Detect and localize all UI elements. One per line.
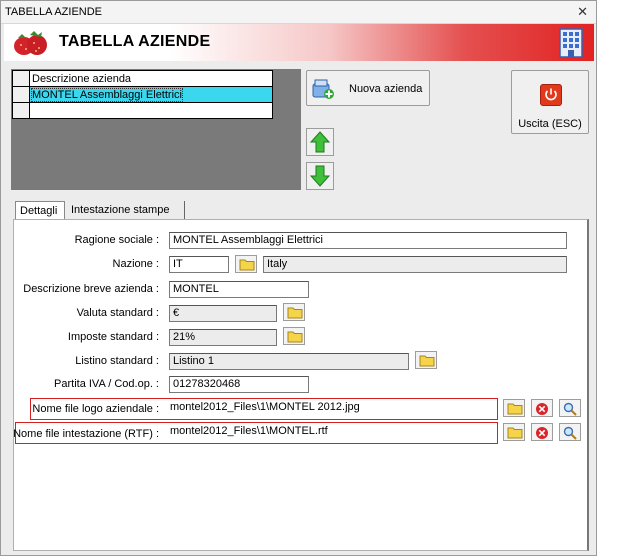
table-row[interactable]: MONTEL Assemblaggi Elettrici — [12, 86, 273, 103]
arrow-up-icon — [309, 131, 331, 153]
folder-icon — [239, 259, 255, 271]
building-icon — [559, 28, 583, 58]
banner-title: TABELLA AZIENDE — [59, 33, 211, 50]
tab-intestazione-stampe[interactable]: Intestazione stampe — [67, 201, 185, 220]
header-banner: TABELLA AZIENDE — [4, 24, 594, 61]
exit-button[interactable]: Uscita (ESC) — [511, 70, 589, 134]
title-bar: TABELLA AZIENDE ✕ — [1, 1, 596, 24]
listino-browse-button[interactable] — [415, 351, 437, 369]
folder-icon — [287, 331, 303, 343]
nazione-code-field[interactable]: IT — [169, 256, 229, 273]
folder-icon — [287, 307, 303, 319]
row-cell: MONTEL Assemblaggi Elettrici — [31, 87, 183, 102]
close-icon[interactable]: ✕ — [577, 4, 588, 20]
magnifier-icon — [563, 426, 577, 440]
imposte-browse-button[interactable] — [283, 327, 305, 345]
valuta-browse-button[interactable] — [283, 303, 305, 321]
table-row[interactable] — [12, 102, 273, 119]
delete-icon — [536, 403, 548, 415]
rtf-file-label: Nome file intestazione (RTF) : — [13, 428, 159, 440]
rtf-browse-button[interactable] — [503, 423, 525, 441]
logo-file-field[interactable]: montel2012_Files\1\MONTEL 2012.jpg — [167, 400, 495, 417]
nazione-browse-button[interactable] — [235, 255, 257, 273]
strawberry-icon — [14, 31, 47, 55]
rtf-view-button[interactable] — [559, 423, 581, 441]
folder-icon — [507, 403, 523, 415]
new-company-button[interactable]: Nuova azienda — [306, 70, 430, 106]
logo-file-label: Nome file logo aziendale : — [32, 403, 159, 415]
logo-clear-button[interactable] — [531, 399, 553, 417]
ragione-sociale-label: Ragione sociale : — [74, 234, 159, 246]
logo-view-button[interactable] — [559, 399, 581, 417]
companies-grid[interactable]: Descrizione azienda MONTEL Assemblaggi E… — [11, 69, 301, 190]
listino-label: Listino standard : — [75, 355, 159, 367]
move-down-button[interactable] — [306, 162, 334, 190]
rtf-file-field[interactable]: montel2012_Files\1\MONTEL.rtf — [167, 424, 495, 441]
grid-header-row: Descrizione azienda — [12, 70, 273, 87]
descrizione-breve-field[interactable]: MONTEL — [169, 281, 309, 298]
window-title: TABELLA AZIENDE — [5, 6, 103, 18]
tab-dettagli[interactable]: Dettagli — [15, 201, 65, 220]
partita-iva-field[interactable]: 01278320468 — [169, 376, 309, 393]
arrow-down-icon — [309, 165, 331, 187]
new-item-icon — [312, 79, 334, 99]
valuta-label: Valuta standard : — [76, 307, 159, 319]
power-icon — [540, 84, 562, 106]
imposte-label: Imposte standard : — [67, 331, 159, 343]
delete-icon — [536, 427, 548, 439]
nazione-name-field: Italy — [263, 256, 567, 273]
rtf-clear-button[interactable] — [531, 423, 553, 441]
imposte-field: 21% — [169, 329, 277, 346]
ragione-sociale-field[interactable]: MONTEL Assemblaggi Elettrici — [169, 232, 567, 249]
folder-icon — [507, 427, 523, 439]
column-header-descrizione[interactable]: Descrizione azienda — [29, 70, 273, 87]
nazione-label: Nazione : — [112, 258, 159, 270]
main-window: TABELLA AZIENDE ✕ TABELLA AZIENDE Descri… — [0, 0, 597, 556]
listino-field: Listino 1 — [169, 353, 409, 370]
new-company-label: Nuova azienda — [349, 83, 423, 95]
logo-browse-button[interactable] — [503, 399, 525, 417]
partita-iva-label: Partita IVA / Cod.op. : — [54, 378, 159, 390]
magnifier-icon — [563, 402, 577, 416]
valuta-field: € — [169, 305, 277, 322]
row-cell[interactable] — [29, 102, 273, 119]
exit-label: Uscita (ESC) — [518, 118, 582, 130]
move-up-button[interactable] — [306, 128, 334, 156]
folder-icon — [419, 355, 435, 367]
descrizione-breve-label: Descrizione breve azienda : — [23, 283, 159, 295]
